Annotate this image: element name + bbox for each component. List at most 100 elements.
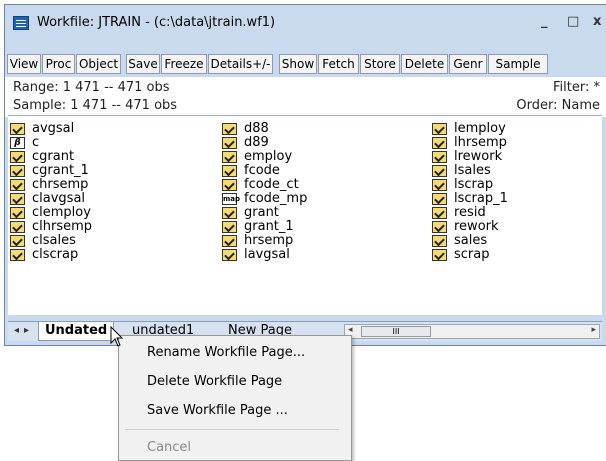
- object-item[interactable]: clscrap: [10, 248, 92, 262]
- toolbar: View Proc Object Save Freeze Details+/- …: [5, 53, 606, 75]
- fetch-button[interactable]: Fetch: [318, 54, 359, 74]
- object-item[interactable]: clhrsemp: [10, 220, 92, 234]
- coefficient-icon: β: [10, 137, 25, 149]
- object-item[interactable]: d89: [222, 136, 307, 150]
- close-button[interactable]: x: [593, 14, 601, 29]
- object-item[interactable]: cgrant_1: [10, 164, 92, 178]
- object-name: lemploy: [454, 121, 506, 136]
- object-item[interactable]: cgrant: [10, 150, 92, 164]
- delete-page-item[interactable]: Delete Workfile Page: [147, 374, 282, 389]
- object-item[interactable]: clsales: [10, 234, 92, 248]
- object-item[interactable]: fcode_ct: [222, 178, 307, 192]
- filter-label[interactable]: Filter: *: [553, 80, 600, 95]
- object-item[interactable]: scrap: [432, 248, 508, 262]
- object-name: scrap: [454, 247, 490, 262]
- scroll-left-icon[interactable]: ◂: [348, 325, 353, 335]
- object-button[interactable]: Object: [76, 54, 121, 74]
- series-icon: [10, 165, 25, 177]
- series-icon: [10, 179, 25, 191]
- valmap-icon: map: [222, 193, 241, 205]
- object-item[interactable]: lscrap: [432, 178, 508, 192]
- tab-next-icon[interactable]: ▸: [24, 325, 29, 336]
- object-item[interactable]: fcode: [222, 164, 307, 178]
- order-label[interactable]: Order: Name: [516, 98, 600, 113]
- object-column-2: d88 d89 employ fcode fcode_ct map fcode_mp gran…: [222, 122, 307, 262]
- object-item[interactable]: sales: [432, 234, 508, 248]
- series-icon: [432, 235, 447, 247]
- series-icon: [432, 137, 447, 149]
- save-button[interactable]: Save: [126, 54, 160, 74]
- series-icon: [10, 221, 25, 233]
- object-name: c: [32, 135, 40, 150]
- genr-button[interactable]: Genr: [449, 54, 487, 74]
- object-item[interactable]: map fcode_mp: [222, 192, 307, 206]
- object-item[interactable]: lavgsal: [222, 248, 307, 262]
- minimize-button[interactable]: _: [541, 14, 548, 29]
- series-icon: [432, 207, 447, 219]
- details-button[interactable]: Details+/-: [208, 54, 273, 74]
- store-button[interactable]: Store: [360, 54, 400, 74]
- object-item[interactable]: employ: [222, 150, 307, 164]
- series-icon: [432, 221, 447, 233]
- object-item[interactable]: lhrsemp: [432, 136, 508, 150]
- object-item[interactable]: βc: [10, 136, 92, 150]
- object-item[interactable]: clemploy: [10, 206, 92, 220]
- cancel-item[interactable]: Cancel: [147, 440, 191, 455]
- object-item[interactable]: lscrap_1: [432, 192, 508, 206]
- object-item[interactable]: chrsemp: [10, 178, 92, 192]
- series-icon: [222, 179, 237, 191]
- sample-label[interactable]: Sample: 1 471 -- 471 obs: [13, 98, 177, 113]
- mouse-cursor-icon: [110, 326, 124, 347]
- object-column-3: lemploy lhrsemp lrework lsales lscrap lscrap_…: [432, 122, 508, 262]
- series-icon: [432, 193, 447, 205]
- scroll-right-icon[interactable]: ▸: [591, 325, 596, 335]
- delete-button[interactable]: Delete: [401, 54, 448, 74]
- object-name: lsales: [454, 163, 491, 178]
- object-item[interactable]: lrework: [432, 150, 508, 164]
- maximize-button[interactable]: □: [567, 14, 579, 29]
- object-name: lscrap_1: [454, 191, 508, 206]
- object-name: chrsemp: [32, 177, 89, 192]
- object-name: fcode: [244, 163, 280, 178]
- series-icon: [432, 165, 447, 177]
- object-item[interactable]: resid: [432, 206, 508, 220]
- object-name: clavgsal: [32, 191, 86, 206]
- object-item[interactable]: rework: [432, 220, 508, 234]
- view-button[interactable]: View: [7, 54, 41, 74]
- object-list: avgsal β c cgrant cgrant_1 chrsemp clavgsal cle…: [8, 115, 602, 315]
- object-item[interactable]: grant: [222, 206, 307, 220]
- title-bar[interactable]: Workfile: JTRAIN - (c:\data\jtrain.wf1) …: [5, 5, 606, 45]
- save-page-item[interactable]: Save Workfile Page ...: [147, 403, 288, 418]
- tab-undated[interactable]: Undated: [38, 322, 115, 341]
- series-icon: [432, 179, 447, 191]
- series-icon: [222, 151, 237, 163]
- tab-prev-icon[interactable]: ◂: [14, 325, 19, 336]
- object-name: employ: [244, 149, 293, 164]
- object-item[interactable]: lemploy: [432, 122, 508, 136]
- scroll-thumb[interactable]: III: [361, 326, 431, 337]
- object-item[interactable]: grant_1: [222, 220, 307, 234]
- object-item[interactable]: d88: [222, 122, 307, 136]
- object-item[interactable]: lsales: [432, 164, 508, 178]
- rename-page-item[interactable]: Rename Workfile Page...: [147, 345, 305, 360]
- series-icon: [222, 137, 237, 149]
- object-item[interactable]: avgsal: [10, 122, 92, 136]
- show-button[interactable]: Show: [279, 54, 317, 74]
- object-item[interactable]: clavgsal: [10, 192, 92, 206]
- object-name: sales: [454, 233, 488, 248]
- proc-button[interactable]: Proc: [42, 54, 75, 74]
- horizontal-scrollbar[interactable]: ◂ III ▸: [344, 324, 600, 339]
- object-name: fcode_mp: [244, 191, 308, 206]
- object-name: grant_1: [244, 219, 294, 234]
- series-icon: [222, 207, 237, 219]
- object-item[interactable]: hrsemp: [222, 234, 307, 248]
- sample-row: Sample: 1 471 -- 471 obs Order: Name: [5, 97, 606, 115]
- series-icon: [10, 193, 25, 205]
- object-name: lavgsal: [244, 247, 290, 262]
- series-icon: [432, 151, 447, 163]
- series-icon: [222, 123, 237, 135]
- window-title: Workfile: JTRAIN - (c:\data\jtrain.wf1): [37, 15, 276, 30]
- range-label[interactable]: Range: 1 471 -- 471 obs: [13, 80, 170, 95]
- freeze-button[interactable]: Freeze: [161, 54, 207, 74]
- sample-button[interactable]: Sample: [488, 54, 548, 74]
